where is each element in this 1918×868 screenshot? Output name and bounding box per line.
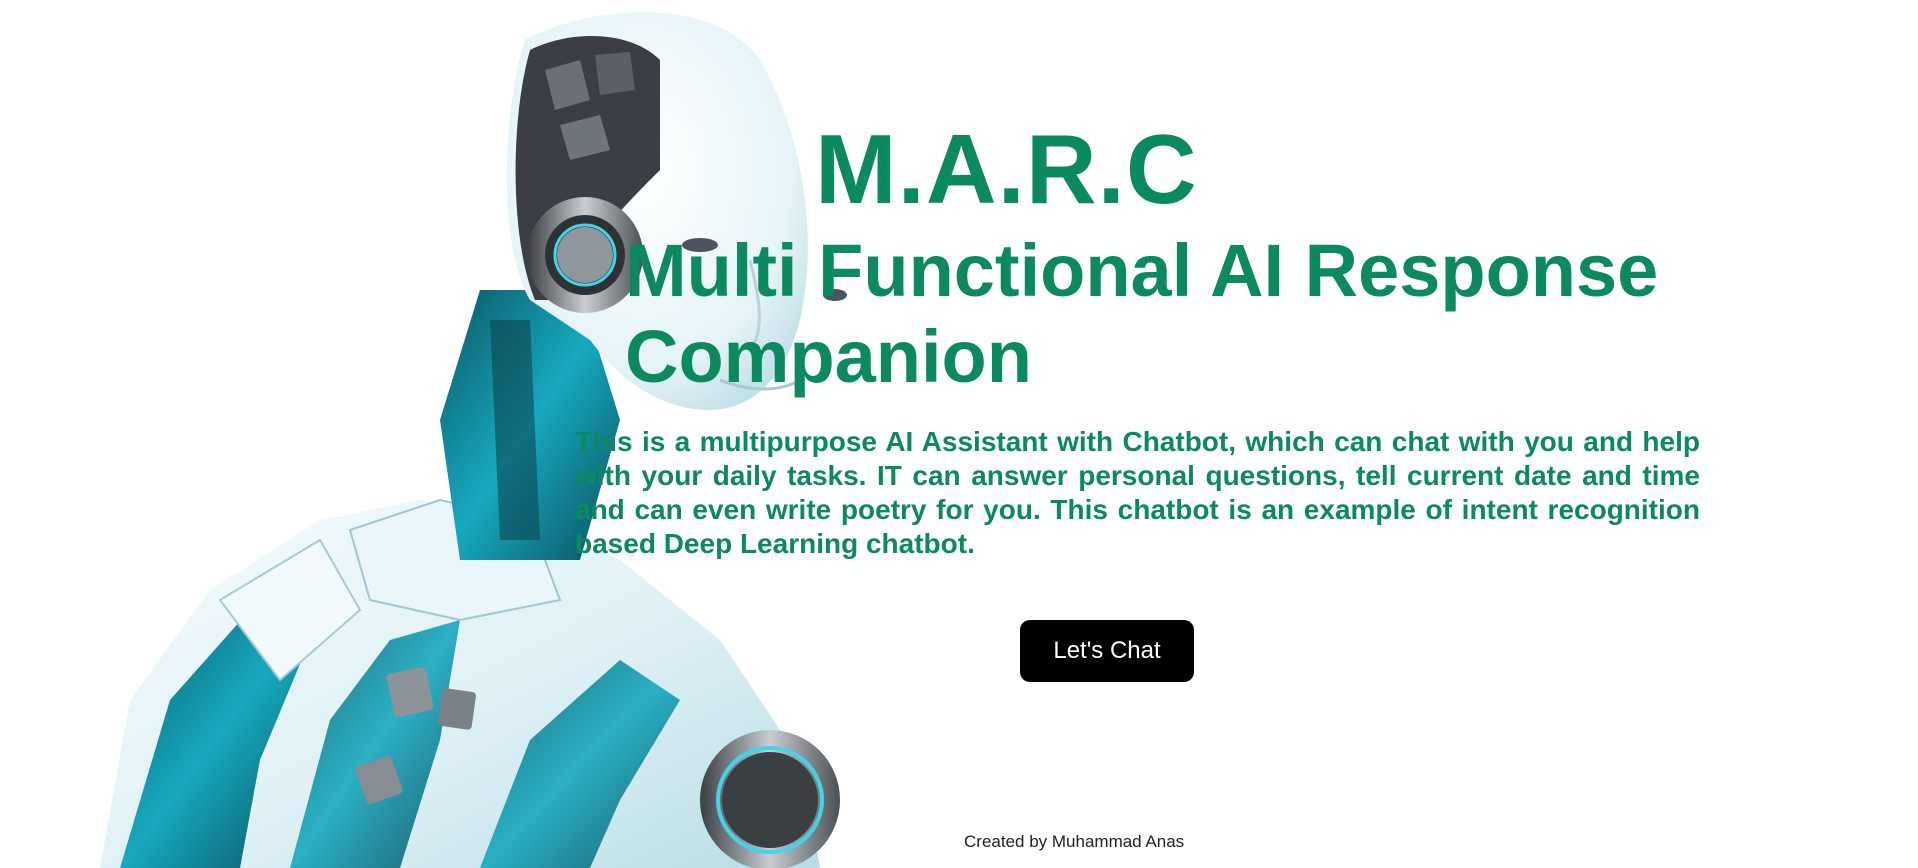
app-description: This is a multipurpose AI Assistant with… (575, 426, 1700, 559)
app-title: M.A.R.C (815, 114, 1198, 224)
footer-credit: Created by Muhammad Anas (964, 832, 1185, 851)
app-subtitle: Multi Functional AI Response Companion (625, 229, 1659, 398)
landing-page: M.A.R.C Multi Functional AI Response Com… (0, 0, 1918, 868)
hero-section: M.A.R.C Multi Functional AI Response Com… (0, 0, 1918, 868)
lets-chat-button[interactable]: Let's Chat (1020, 620, 1194, 682)
